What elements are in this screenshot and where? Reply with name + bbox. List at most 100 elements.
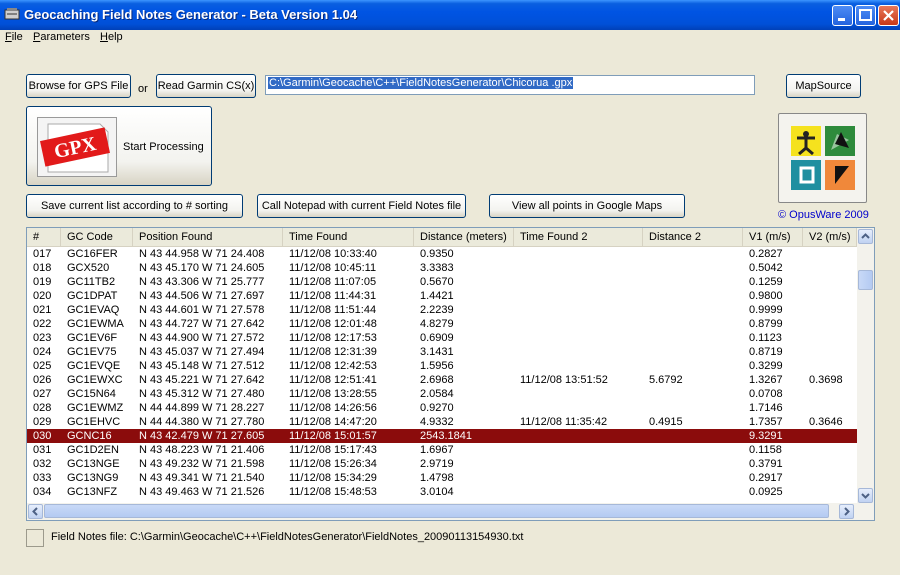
cell-position-found: N 43 42.479 W 71 27.605	[139, 430, 265, 442]
scroll-up-button[interactable]	[858, 229, 873, 244]
cell-v1: 0.9999	[749, 304, 783, 316]
column-header-time-found-2[interactable]: Time Found 2	[514, 228, 643, 246]
cell-v1: 0.1123	[749, 332, 782, 344]
table-row[interactable]: 024 GC1EV75 N 43 45.037 W 71 27.494 11/12/0…	[27, 345, 857, 359]
table-row[interactable]: 032 GC13NGE N 43 49.232 W 71 21.598 11/12/0…	[27, 457, 857, 471]
column-header-v2[interactable]: V2 (m/s)	[803, 228, 857, 246]
column-header-time-found[interactable]: Time Found	[283, 228, 414, 246]
cell-distance: 1.5956	[420, 360, 454, 372]
scroll-down-button[interactable]	[858, 488, 873, 503]
cell-v1: 0.0925	[749, 486, 783, 498]
cell-position-found: N 43 43.306 W 71 25.777	[139, 276, 265, 288]
table-row[interactable]: 029 GC1EHVC N 44 44.380 W 71 27.780 11/12/0…	[27, 415, 857, 429]
start-processing-label: Start Processing	[123, 141, 204, 153]
cell-number: 023	[33, 332, 52, 344]
table-row[interactable]: 022 GC1EWMA N 43 44.727 W 71 27.642 11/12/0…	[27, 317, 857, 331]
app-icon	[4, 8, 20, 20]
cell-gc-code: GC1EWMA	[67, 318, 124, 330]
column-header-v1[interactable]: V1 (m/s)	[743, 228, 803, 246]
cell-gc-code: GCX520	[67, 262, 110, 274]
cell-position-found: N 43 45.148 W 71 27.512	[139, 360, 265, 372]
table-row[interactable]: 017 GC16FER N 43 44.958 W 71 24.408 11/12/0…	[27, 247, 857, 261]
column-header-distance[interactable]: Distance (meters)	[414, 228, 514, 246]
maximize-button[interactable]	[855, 5, 876, 26]
mapsource-button[interactable]: MapSource	[786, 74, 861, 98]
cell-distance: 3.0104	[420, 486, 454, 498]
copyright-text: © OpusWare 2009	[778, 209, 869, 221]
table-row[interactable]: 031 GC1D2EN N 43 48.223 W 71 21.406 11/12/0…	[27, 443, 857, 457]
horizontal-scrollbar[interactable]	[27, 503, 874, 520]
scroll-right-button[interactable]	[839, 504, 854, 519]
table-row[interactable]: 026 GC1EWXC N 43 45.221 W 71 27.642 11/12/0…	[27, 373, 857, 387]
title-bar[interactable]: Geocaching Field Notes Generator - Beta …	[0, 0, 900, 30]
cell-time-found: 11/12/08 14:47:20	[289, 416, 377, 428]
minimize-button[interactable]	[832, 5, 853, 26]
vertical-scroll-thumb[interactable]	[858, 270, 873, 290]
scroll-left-button[interactable]	[28, 504, 43, 519]
cell-time-found: 11/12/08 12:01:48	[289, 318, 377, 330]
cell-time-found: 11/12/08 15:17:43	[289, 444, 377, 456]
cell-number: 028	[33, 402, 52, 414]
menu-file[interactable]: File	[5, 31, 23, 43]
column-header-number[interactable]: #	[27, 228, 61, 246]
column-header-position-found[interactable]: Position Found	[133, 228, 283, 246]
cell-v1: 0.0708	[749, 388, 783, 400]
menu-parameters[interactable]: Parameters	[33, 31, 90, 43]
field-notes-list[interactable]: # GC Code Position Found Time Found Dist…	[26, 227, 875, 521]
cell-number: 021	[33, 304, 52, 316]
table-row[interactable]: 020 GC1DPAT N 43 44.506 W 71 27.697 11/12/0…	[27, 289, 857, 303]
cell-distance-2: 0.4915	[649, 416, 683, 428]
table-row[interactable]: 019 GC11TB2 N 43 43.306 W 71 25.777 11/12/0…	[27, 275, 857, 289]
save-list-button[interactable]: Save current list according to # sorting	[26, 194, 243, 218]
cell-distance: 0.5670	[420, 276, 454, 288]
table-row[interactable]: 025 GC1EVQE N 43 45.148 W 71 27.512 11/12/0…	[27, 359, 857, 373]
table-row[interactable]: 033 GC13NG9 N 43 49.341 W 71 21.540 11/12/0…	[27, 471, 857, 485]
table-row[interactable]: 018 GCX520 N 43 45.170 W 71 24.605 11/12/08…	[27, 261, 857, 275]
cell-gc-code: GC15N64	[67, 388, 116, 400]
view-google-maps-button[interactable]: View all points in Google Maps	[489, 194, 685, 218]
cell-v1: 9.3291	[749, 430, 783, 442]
cell-position-found: N 43 44.958 W 71 24.408	[139, 248, 265, 260]
cell-time-found: 11/12/08 11:44:31	[289, 290, 377, 302]
cell-v1: 1.7357	[749, 416, 783, 428]
cell-number: 020	[33, 290, 52, 302]
list-rows: 017 GC16FER N 43 44.958 W 71 24.408 11/12/0…	[27, 247, 857, 504]
cell-gc-code: GC1EV6F	[67, 332, 118, 344]
cell-v1: 0.2827	[749, 248, 783, 260]
chevron-left-icon	[32, 507, 38, 516]
cell-time-found: 11/12/08 12:51:41	[289, 374, 377, 386]
read-garmin-button[interactable]: Read Garmin CS(x)	[156, 74, 256, 98]
cell-position-found: N 43 48.223 W 71 21.406	[139, 444, 265, 456]
table-row[interactable]: 023 GC1EV6F N 43 44.900 W 71 27.572 11/12/0…	[27, 331, 857, 345]
table-row[interactable]: 028 GC1EWMZ N 44 44.899 W 71 28.227 11/12/0…	[27, 401, 857, 415]
menu-bar: File Parameters Help	[0, 30, 900, 47]
cell-gc-code: GC13NGE	[67, 458, 120, 470]
cell-time-found: 11/12/08 15:34:29	[289, 472, 377, 484]
cell-number: 033	[33, 472, 52, 484]
cell-distance: 2.6968	[420, 374, 454, 386]
cell-number: 017	[33, 248, 52, 260]
geocaching-logo-button[interactable]	[778, 113, 867, 203]
cell-v1: 0.8719	[749, 346, 783, 358]
cell-number: 022	[33, 318, 52, 330]
cell-gc-code: GC1EV75	[67, 346, 117, 358]
cell-v1: 0.3299	[749, 360, 783, 372]
call-notepad-button[interactable]: Call Notepad with current Field Notes fi…	[257, 194, 466, 218]
column-header-gc-code[interactable]: GC Code	[61, 228, 133, 246]
browse-gps-file-button[interactable]: Browse for GPS File	[26, 74, 131, 98]
vertical-scrollbar[interactable]	[857, 228, 874, 504]
table-row[interactable]: 021 GC1EVAQ N 43 44.601 W 71 27.578 11/12/0…	[27, 303, 857, 317]
table-row[interactable]: 027 GC15N64 N 43 45.312 W 71 27.480 11/12/0…	[27, 387, 857, 401]
cell-distance: 2543.1841	[420, 430, 472, 442]
table-row[interactable]: 030 GCNC16 N 43 42.479 W 71 27.605 11/12/08…	[27, 429, 857, 443]
close-button[interactable]	[878, 5, 899, 26]
cell-v2: 0.3698	[809, 374, 843, 386]
column-header-distance-2[interactable]: Distance 2	[643, 228, 743, 246]
cell-time-found: 11/12/08 10:33:40	[289, 248, 377, 260]
horizontal-scroll-thumb[interactable]	[44, 504, 829, 518]
start-processing-button[interactable]: GPX Start Processing	[26, 106, 212, 186]
gps-file-path-input[interactable]: C:\Garmin\Geocache\C++\FieldNotesGenerat…	[265, 75, 755, 95]
cell-v1: 0.1158	[749, 444, 782, 456]
menu-help[interactable]: Help	[100, 31, 123, 43]
table-row[interactable]: 034 GC13NFZ N 43 49.463 W 71 21.526 11/12/0…	[27, 485, 857, 499]
